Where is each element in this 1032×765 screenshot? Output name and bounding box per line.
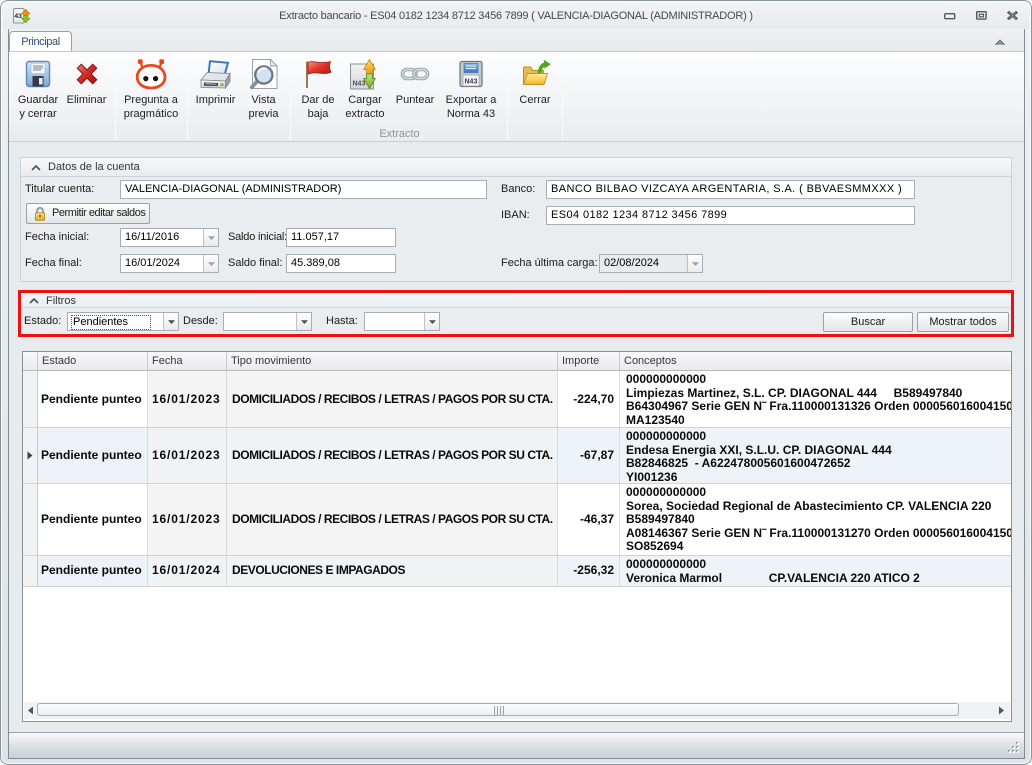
svg-text:N43: N43 [465,79,478,86]
svg-text:N43: N43 [353,81,366,88]
svg-text:43: 43 [14,13,22,20]
